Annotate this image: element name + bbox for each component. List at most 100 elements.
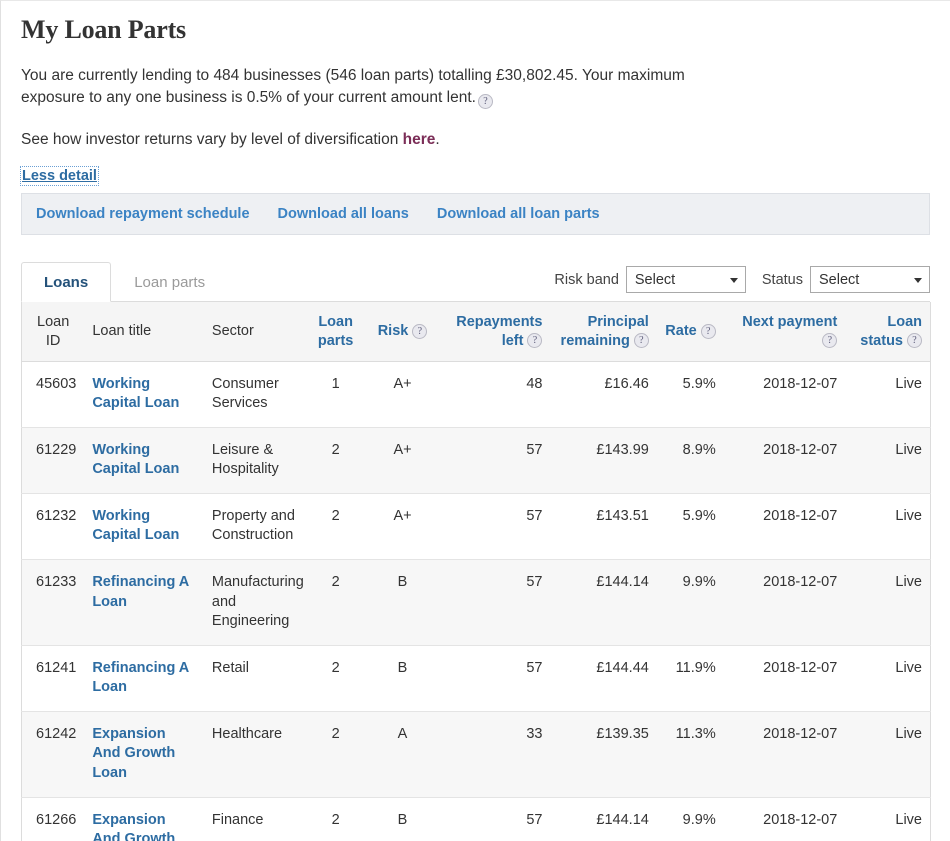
cell-principal-remaining: £143.51 [550, 493, 657, 561]
cell-rate: 9.9% [656, 797, 724, 841]
loan-title-link[interactable]: Working Capital Loan [92, 376, 179, 412]
cell-risk: A+ [366, 493, 439, 561]
table-row: 61233 Refinancing A Loan Manufacturing and… [21, 559, 931, 646]
cell-principal-remaining: £16.46 [550, 361, 657, 428]
less-detail-toggle[interactable]: Less detail [20, 166, 99, 187]
cell-loan-parts: 2 [305, 711, 367, 798]
cell-loan-parts: 2 [305, 427, 367, 494]
loan-title-link[interactable]: Working Capital Loan [92, 442, 179, 478]
cell-loan-parts: 2 [305, 645, 367, 712]
cell-risk: B [366, 645, 439, 712]
cell-next-payment: 2018-12-07 [723, 559, 846, 646]
filter-controls: Risk band Select Status Select [538, 266, 930, 301]
cell-loan-title[interactable]: Working Capital Loan [84, 493, 204, 561]
cell-sector: Retail [203, 645, 306, 712]
cell-next-payment: 2018-12-07 [723, 493, 846, 561]
cell-loan-parts: 1 [305, 361, 367, 428]
question-mark-circle-icon[interactable]: ? [633, 333, 649, 349]
col-header-principal-remaining[interactable]: Principal remaining? [550, 302, 657, 362]
table-row: 61241 Refinancing A Loan Retail 2 B 57 £144.44… [21, 645, 931, 712]
cell-loan-title[interactable]: Working Capital Loan [84, 427, 204, 494]
cell-loan-status: Live [845, 361, 931, 428]
table-row: 45603 Working Capital Loan Consumer Servic… [21, 361, 931, 428]
download-all-loan-parts-link[interactable]: Download all loan parts [437, 206, 600, 222]
question-mark-circle-icon[interactable]: ? [822, 333, 838, 349]
cell-loan-parts: 2 [305, 797, 367, 841]
cell-principal-remaining: £143.99 [550, 427, 657, 494]
loan-title-link[interactable]: Refinancing A Loan [92, 574, 188, 610]
cell-principal-remaining: £139.35 [550, 711, 657, 798]
cell-sector: Manufacturing and Engineering [203, 559, 306, 646]
cell-loan-title[interactable]: Refinancing A Loan [84, 559, 204, 646]
col-header-loan-id: Loan ID [21, 302, 85, 362]
tab-list: Loans Loan parts [21, 261, 228, 303]
cell-rate: 8.9% [656, 427, 724, 494]
lending-summary-text: You are currently lending to 484 busines… [21, 67, 685, 107]
cell-next-payment: 2018-12-07 [723, 361, 846, 428]
loans-table-body: 45603 Working Capital Loan Consumer Servic… [21, 361, 931, 841]
cell-loan-status: Live [845, 559, 931, 646]
cell-risk: A+ [366, 427, 439, 494]
cell-loan-status: Live [845, 427, 931, 494]
download-repayment-schedule-link[interactable]: Download repayment schedule [36, 206, 250, 222]
cell-loan-status: Live [845, 645, 931, 712]
cell-loan-title[interactable]: Expansion And Growth Loan [84, 711, 204, 798]
loan-title-link[interactable]: Refinancing A Loan [92, 660, 188, 696]
cell-sector: Property and Construction [203, 493, 306, 561]
table-row: 61232 Working Capital Loan Property and Co… [21, 493, 931, 561]
diversification-here-link[interactable]: here [403, 131, 436, 148]
cell-repayments-left: 57 [438, 427, 551, 494]
cell-loan-parts: 2 [305, 493, 367, 561]
cell-loan-id: 61233 [21, 559, 85, 646]
table-row: 61229 Working Capital Loan Leisure & Hospi… [21, 427, 931, 494]
cell-loan-id: 61241 [21, 645, 85, 712]
cell-risk: B [366, 797, 439, 841]
cell-principal-remaining: £144.14 [550, 797, 657, 841]
col-header-risk[interactable]: Risk? [366, 302, 439, 362]
cell-loan-status: Live [845, 711, 931, 798]
cell-loan-id: 61242 [21, 711, 85, 798]
question-mark-circle-icon[interactable]: ? [700, 324, 716, 340]
question-mark-circle-icon[interactable]: ? [527, 333, 543, 349]
loan-title-link[interactable]: Working Capital Loan [92, 508, 179, 544]
col-header-loan-parts[interactable]: Loan parts [305, 302, 367, 362]
risk-band-select[interactable]: Select [625, 266, 746, 294]
cell-sector: Healthcare [203, 711, 306, 798]
col-header-rate[interactable]: Rate? [656, 302, 724, 362]
download-all-loans-link[interactable]: Download all loans [278, 206, 409, 222]
loans-table-header-row: Loan ID Loan title Sector Loan parts Ris… [21, 302, 931, 362]
status-select-value: Select [819, 271, 860, 288]
cell-loan-id: 61229 [21, 427, 85, 494]
col-header-loan-status[interactable]: Loan status? [845, 302, 931, 362]
status-filter-group: Status Select [762, 266, 930, 294]
cell-repayments-left: 57 [438, 645, 551, 712]
col-header-repayments-left[interactable]: Repayments left? [438, 302, 551, 362]
chevron-down-icon [914, 277, 922, 283]
tab-loans[interactable]: Loans [21, 262, 112, 303]
loan-title-link[interactable]: Expansion And Growth Loan [92, 726, 175, 781]
loans-table-head: Loan ID Loan title Sector Loan parts Ris… [21, 302, 931, 362]
col-header-next-payment[interactable]: Next payment? [723, 302, 846, 362]
status-select[interactable]: Select [810, 266, 930, 294]
cell-risk: B [366, 559, 439, 646]
cell-rate: 11.9% [656, 645, 724, 712]
cell-loan-title[interactable]: Expansion And Growth Loan [84, 797, 204, 841]
diversification-paragraph: See how investor returns vary by level o… [21, 129, 930, 151]
question-mark-circle-icon[interactable]: ? [907, 333, 922, 349]
cell-loan-title[interactable]: Working Capital Loan [84, 361, 204, 428]
cell-repayments-left: 57 [438, 493, 551, 561]
col-header-risk-label: Risk [377, 323, 409, 340]
cell-loan-title[interactable]: Refinancing A Loan [84, 645, 204, 712]
cell-loan-id: 45603 [21, 361, 85, 428]
question-mark-circle-icon[interactable]: ? [412, 324, 428, 340]
question-mark-circle-icon[interactable]: ? [477, 94, 493, 110]
cell-repayments-left: 33 [438, 711, 551, 798]
loan-title-link[interactable]: Expansion And Growth Loan [92, 812, 175, 841]
page-title: My Loan Parts [21, 15, 186, 44]
diversification-text: See how investor returns vary by level o… [21, 130, 403, 148]
risk-band-select-value: Select [634, 271, 676, 288]
tab-loan-parts[interactable]: Loan parts [111, 262, 228, 302]
download-links-bar: Download repayment schedule Download all … [21, 193, 930, 236]
cell-loan-id: 61266 [21, 797, 85, 841]
col-header-rate-label: Rate [665, 323, 697, 340]
